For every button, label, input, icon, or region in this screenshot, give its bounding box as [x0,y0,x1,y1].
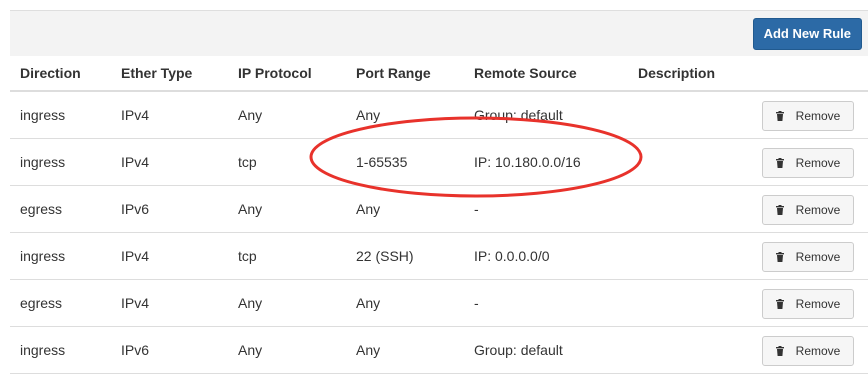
table-row: egress IPv4 Any Any - Remove [10,279,868,327]
cell-ether-type: IPv6 [111,326,228,374]
cell-remote-source: Group: default [464,326,628,374]
cell-actions: Remove [752,185,868,233]
cell-ether-type: IPv4 [111,91,228,139]
column-header-ip-protocol[interactable]: IP Protocol [228,55,346,92]
cell-actions: Remove [752,91,868,139]
cell-description [628,91,752,139]
remove-rule-button[interactable]: Remove [762,242,854,272]
cell-ip-protocol: tcp [228,232,346,280]
cell-remote-source: IP: 0.0.0.0/0 [464,232,628,280]
remove-rule-button[interactable]: Remove [762,101,854,131]
table-row: ingress IPv4 Any Any Group: default Remove [10,91,868,139]
cell-description [628,326,752,374]
remove-button-label: Remove [795,156,841,170]
remove-rule-button[interactable]: Remove [762,148,854,178]
cell-ip-protocol: Any [228,326,346,374]
cell-remote-source: - [464,185,628,233]
cell-actions: Remove [752,232,868,280]
cell-direction: egress [10,279,111,327]
column-header-ether-type[interactable]: Ether Type [111,55,228,92]
cell-direction: ingress [10,138,111,186]
table-row: egress IPv6 Any Any - Remove [10,185,868,233]
column-header-port-range[interactable]: Port Range [346,55,464,92]
column-header-actions [752,55,868,92]
cell-port-range: 1-65535 [346,138,464,186]
table-row: ingress IPv4 tcp 22 (SSH) IP: 0.0.0.0/0 Remov… [10,232,868,280]
trash-icon [775,252,784,262]
table-toolbar: Add New Rule [10,10,868,56]
remove-button-label: Remove [795,344,841,358]
cell-ip-protocol: Any [228,91,346,139]
cell-port-range: Any [346,91,464,139]
cell-port-range: Any [346,279,464,327]
table-header-row: Direction Ether Type IP Protocol Port Ra… [10,55,868,92]
cell-actions: Remove [752,279,868,327]
column-header-remote-source[interactable]: Remote Source [464,55,628,92]
trash-icon [775,205,784,215]
trash-icon [775,158,784,168]
cell-description [628,232,752,280]
cell-actions: Remove [752,326,868,374]
security-group-rules-page: Add New Rule Direction Ether Type IP Pro… [0,0,868,389]
table-row: ingress IPv6 Any Any Group: default Remove [10,326,868,374]
trash-icon [775,346,784,356]
cell-direction: ingress [10,232,111,280]
cell-actions: Remove [752,138,868,186]
trash-icon [775,299,784,309]
remove-button-label: Remove [795,250,841,264]
remove-button-label: Remove [795,109,841,123]
cell-description [628,138,752,186]
rules-table: Direction Ether Type IP Protocol Port Ra… [10,55,868,374]
cell-remote-source: IP: 10.180.0.0/16 [464,138,628,186]
cell-remote-source: - [464,279,628,327]
cell-ether-type: IPv4 [111,232,228,280]
cell-ip-protocol: tcp [228,138,346,186]
cell-port-range: 22 (SSH) [346,232,464,280]
remove-button-label: Remove [795,203,841,217]
cell-ip-protocol: Any [228,279,346,327]
cell-remote-source: Group: default [464,91,628,139]
remove-rule-button[interactable]: Remove [762,195,854,225]
trash-icon [775,111,784,121]
cell-port-range: Any [346,185,464,233]
column-header-direction[interactable]: Direction [10,55,111,92]
cell-direction: ingress [10,326,111,374]
cell-direction: egress [10,185,111,233]
remove-button-label: Remove [795,297,841,311]
table-row: ingress IPv4 tcp 1-65535 IP: 10.180.0.0/16 Re… [10,138,868,186]
cell-port-range: Any [346,326,464,374]
remove-rule-button[interactable]: Remove [762,289,854,319]
cell-ether-type: IPv4 [111,138,228,186]
cell-ether-type: IPv6 [111,185,228,233]
cell-description [628,279,752,327]
add-new-rule-button[interactable]: Add New Rule [752,18,862,50]
cell-direction: ingress [10,91,111,139]
cell-ether-type: IPv4 [111,279,228,327]
column-header-description[interactable]: Description [628,55,752,92]
cell-description [628,185,752,233]
remove-rule-button[interactable]: Remove [762,336,854,366]
cell-ip-protocol: Any [228,185,346,233]
